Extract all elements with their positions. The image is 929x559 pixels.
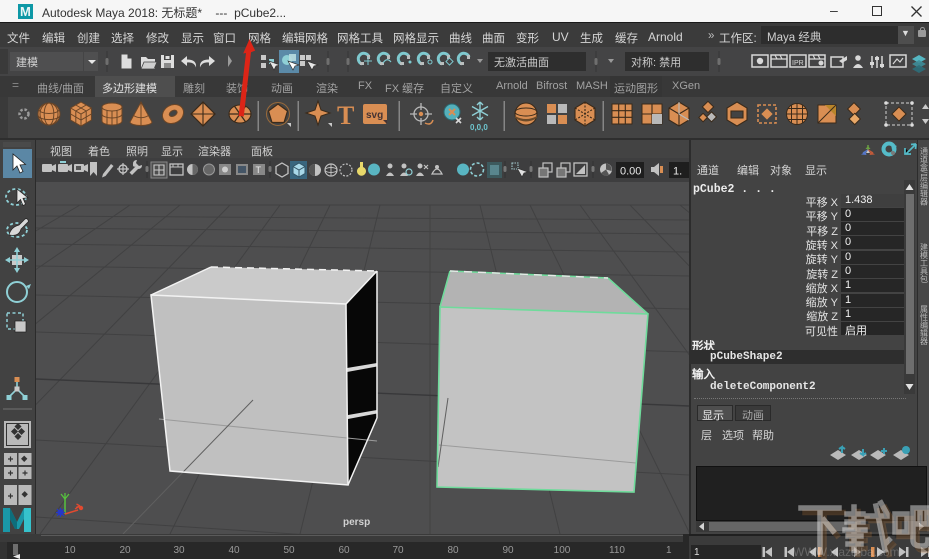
svg-text:WWW.xiazaiba.com: WWW.xiazaiba.com bbox=[793, 545, 900, 559]
svg-text:对称: 禁用: 对称: 禁用 bbox=[631, 55, 681, 69]
svg-text:无激活曲面: 无激活曲面 bbox=[494, 55, 549, 69]
svg-text:T: T bbox=[337, 101, 354, 130]
svg-text:建模: 建模 bbox=[16, 55, 38, 69]
svg-text:IPR: IPR bbox=[792, 60, 804, 67]
svg-text:0.00: 0.00 bbox=[620, 166, 641, 178]
svg-text:svg: svg bbox=[366, 110, 383, 121]
svg-text:T: T bbox=[256, 165, 262, 175]
svg-text:0,0,0: 0,0,0 bbox=[470, 123, 488, 132]
svg-text:1.: 1. bbox=[673, 166, 682, 178]
svg-text:persp: persp bbox=[343, 517, 370, 528]
